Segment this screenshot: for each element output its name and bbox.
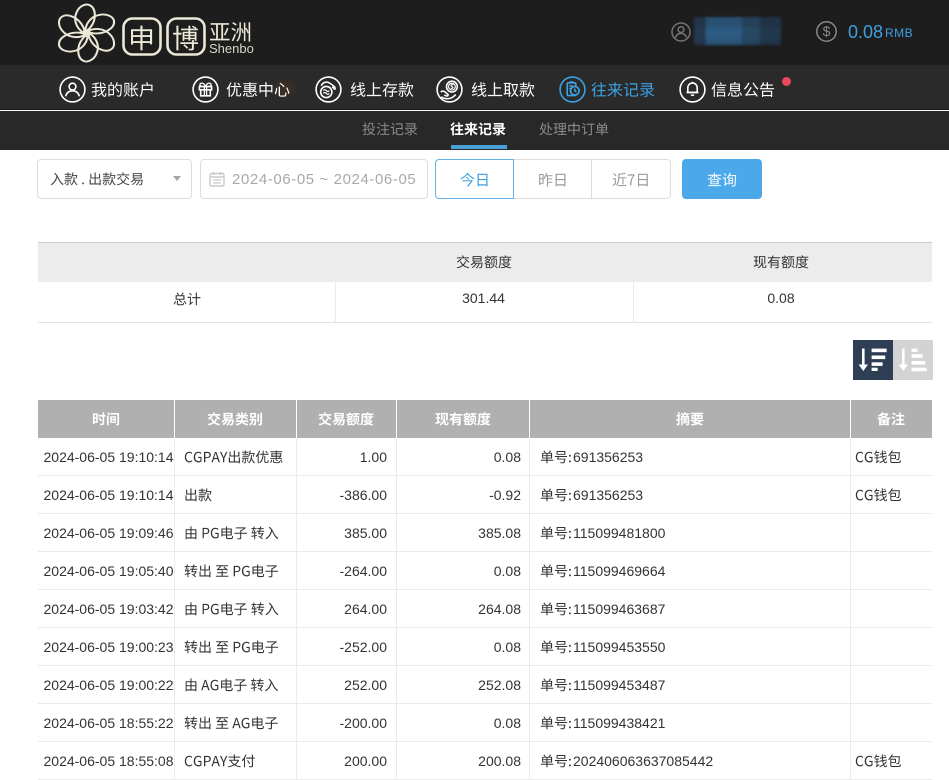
svg-text:$: $ [823, 23, 831, 39]
